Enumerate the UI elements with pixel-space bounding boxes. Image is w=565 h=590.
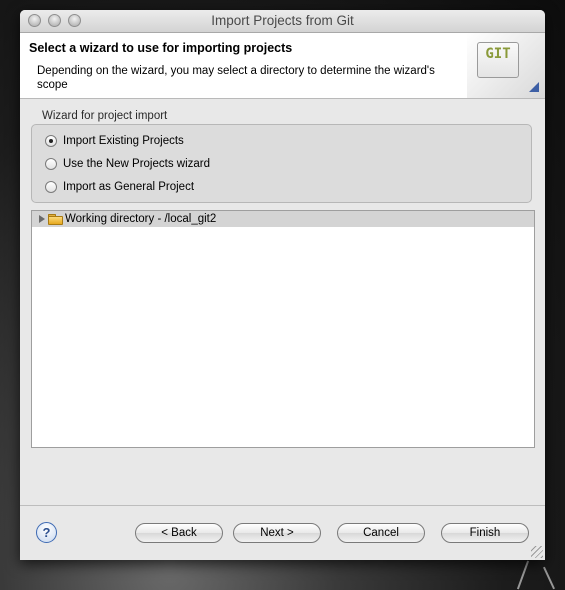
import-dialog-window: Import Projects from Git Select a wizard…: [20, 10, 545, 560]
cancel-button[interactable]: Cancel: [337, 523, 425, 543]
next-button[interactable]: Next >: [233, 523, 321, 543]
wizard-options-group: Import Existing Projects Use the New Pro…: [31, 124, 532, 203]
git-banner: GIT: [467, 33, 545, 98]
finish-button[interactable]: Finish: [441, 523, 529, 543]
help-icon[interactable]: ?: [36, 522, 57, 543]
lightning-streak: [516, 560, 530, 590]
tree-item-label: Working directory - /local_git2: [65, 213, 217, 225]
radio-selected-icon[interactable]: [45, 135, 57, 147]
expand-triangle-icon[interactable]: [39, 215, 45, 223]
radio-unselected-icon[interactable]: [45, 158, 57, 170]
option-import-existing-projects[interactable]: Import Existing Projects: [45, 133, 184, 149]
window-title: Import Projects from Git: [211, 13, 354, 28]
folder-icon: [48, 214, 63, 225]
wizard-header: Select a wizard to use for importing pro…: [20, 33, 545, 99]
option-new-projects-wizard[interactable]: Use the New Projects wizard: [45, 156, 210, 172]
tree-row-working-directory[interactable]: Working directory - /local_git2: [32, 211, 534, 227]
footer-divider: [20, 505, 545, 506]
resize-grip-icon[interactable]: [531, 546, 543, 558]
radio-unselected-icon[interactable]: [45, 181, 57, 193]
banner-triangle-icon: [529, 82, 539, 92]
wizard-page-title: Select a wizard to use for importing pro…: [29, 41, 293, 55]
git-logo-icon: GIT: [477, 42, 519, 78]
title-bar[interactable]: Import Projects from Git: [20, 10, 545, 33]
option-label: Import Existing Projects: [63, 135, 184, 147]
option-import-general-project[interactable]: Import as General Project: [45, 179, 194, 195]
back-button[interactable]: < Back: [135, 523, 223, 543]
option-label: Import as General Project: [63, 181, 195, 193]
wizard-page-description: Depending on the wizard, you may select …: [37, 65, 435, 91]
lightning-streak: [543, 566, 555, 590]
repository-tree[interactable]: Working directory - /local_git2: [31, 210, 535, 448]
wizard-group-label: Wizard for project import: [42, 110, 168, 122]
option-label: Use the New Projects wizard: [63, 158, 210, 170]
